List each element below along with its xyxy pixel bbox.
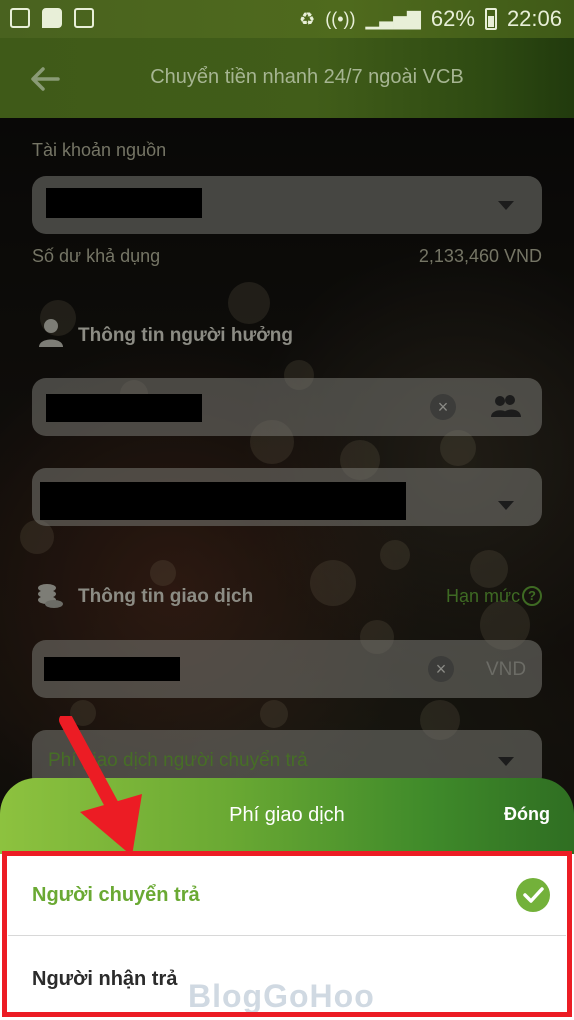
- battery-percent: 62%: [430, 6, 475, 31]
- help-icon[interactable]: ?: [522, 586, 542, 606]
- highlight-box: [2, 851, 572, 1017]
- redacted-bank: [40, 482, 406, 520]
- chevron-down-icon: [498, 757, 514, 766]
- amount-input[interactable]: × VND: [32, 640, 542, 698]
- redacted-amount: [44, 657, 180, 681]
- redacted-beneficiary-account: [46, 394, 202, 422]
- currency-label: VND: [486, 659, 527, 680]
- red-arrow-icon: [59, 716, 142, 856]
- limit-link[interactable]: Hạn mức: [446, 586, 520, 607]
- transaction-section-title: Thông tin giao dịch: [78, 586, 254, 607]
- close-button[interactable]: Đóng: [504, 804, 550, 825]
- battery-saver-icon: ♻: [299, 9, 316, 29]
- contacts-icon[interactable]: [490, 394, 522, 418]
- redacted-account: [46, 188, 202, 218]
- battery-icon: [484, 8, 497, 30]
- chevron-down-icon: [498, 501, 514, 510]
- message-icon: [42, 8, 62, 28]
- balance-label: Số dư khả dụng: [32, 246, 161, 266]
- gallery-icon: [10, 8, 30, 28]
- page-title: Chuyển tiền nhanh 24/7 ngoài VCB: [150, 66, 464, 88]
- balance-value: 2,133,460 VND: [418, 246, 542, 266]
- clear-icon[interactable]: ×: [430, 394, 456, 420]
- status-bar: ♻ ((•)) ▁▃▅▇ 62% 22:06: [0, 0, 574, 38]
- clock: 22:06: [506, 6, 562, 31]
- source-account-select[interactable]: [32, 176, 542, 234]
- signal-icon: ▁▃▅▇: [365, 9, 421, 29]
- arrow-left-icon[interactable]: [28, 62, 62, 96]
- source-account-label: Tài khoản nguồn: [32, 140, 167, 160]
- sim-icon: [74, 8, 94, 28]
- person-icon: [39, 319, 63, 347]
- clear-icon[interactable]: ×: [428, 656, 454, 682]
- beneficiary-account-input[interactable]: ×: [32, 378, 542, 436]
- wifi-icon: ((•)): [325, 9, 356, 29]
- app-header: Chuyển tiền nhanh 24/7 ngoài VCB: [0, 38, 574, 118]
- beneficiary-section-title: Thông tin người hưởng: [78, 325, 293, 346]
- chevron-down-icon: [498, 201, 514, 210]
- coins-icon: [38, 584, 63, 608]
- beneficiary-bank-select[interactable]: [32, 468, 542, 526]
